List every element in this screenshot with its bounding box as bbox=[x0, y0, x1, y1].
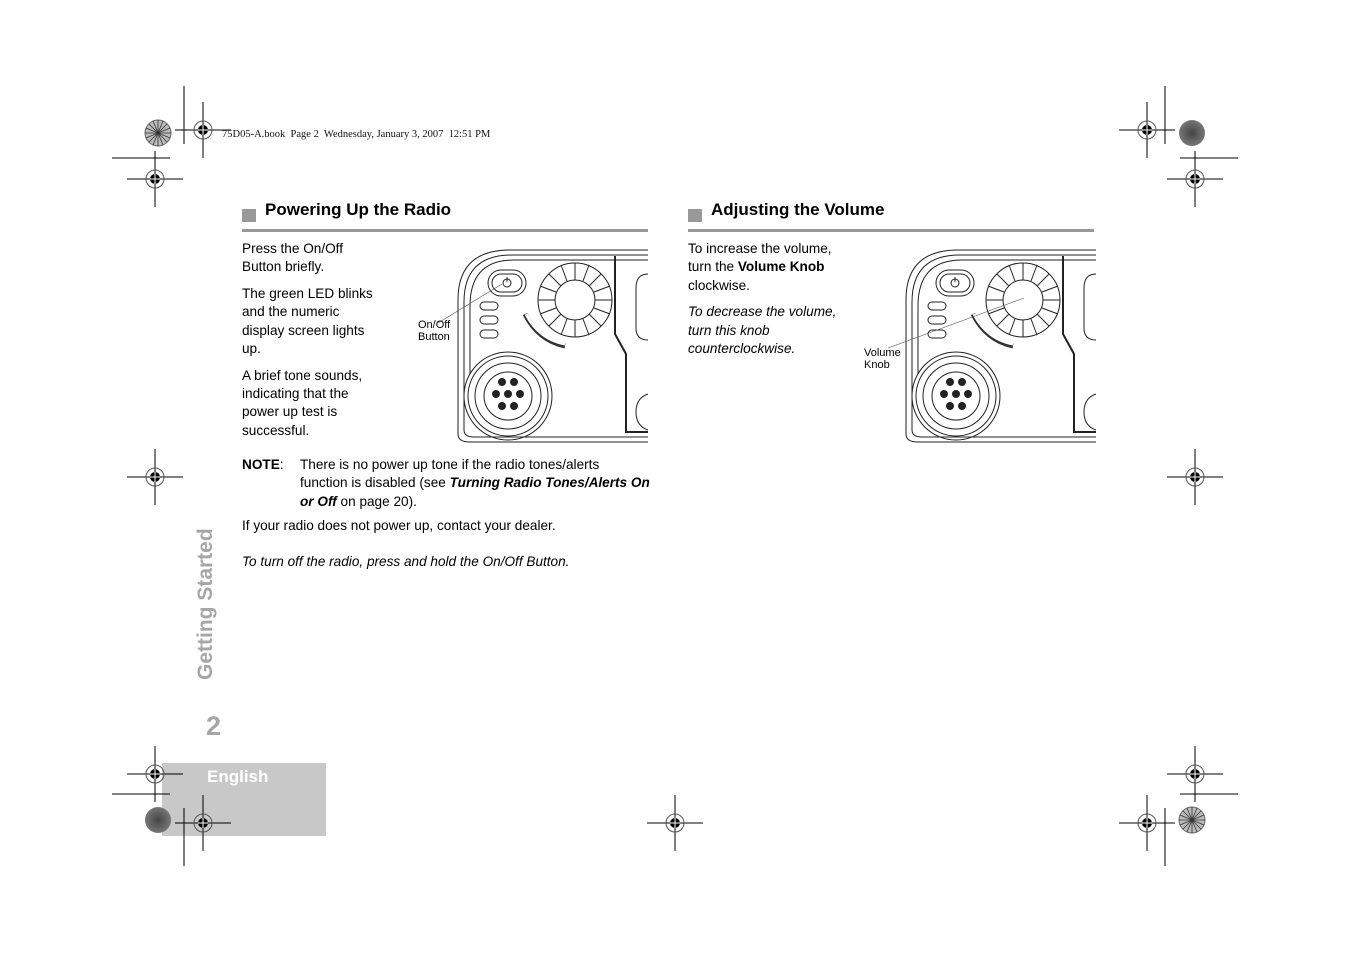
printer-marks bbox=[112, 86, 1238, 866]
crop-lines bbox=[112, 86, 1238, 866]
registration-mark-icon bbox=[174, 794, 232, 852]
gray-dot-target-icon bbox=[145, 807, 171, 833]
registration-mark-icon bbox=[1118, 101, 1176, 159]
registration-mark-icon bbox=[1166, 150, 1224, 208]
star-target-icon bbox=[144, 119, 172, 147]
registration-mark-icon bbox=[174, 101, 232, 159]
registration-mark-icon bbox=[1118, 794, 1176, 852]
gray-dot-target-icon bbox=[1179, 120, 1205, 146]
registration-mark-icon bbox=[126, 150, 184, 208]
star-target-icon bbox=[1178, 806, 1206, 834]
registration-mark-icon bbox=[126, 448, 184, 506]
registration-mark-icon bbox=[1166, 448, 1224, 506]
registration-mark-icon bbox=[646, 794, 704, 852]
